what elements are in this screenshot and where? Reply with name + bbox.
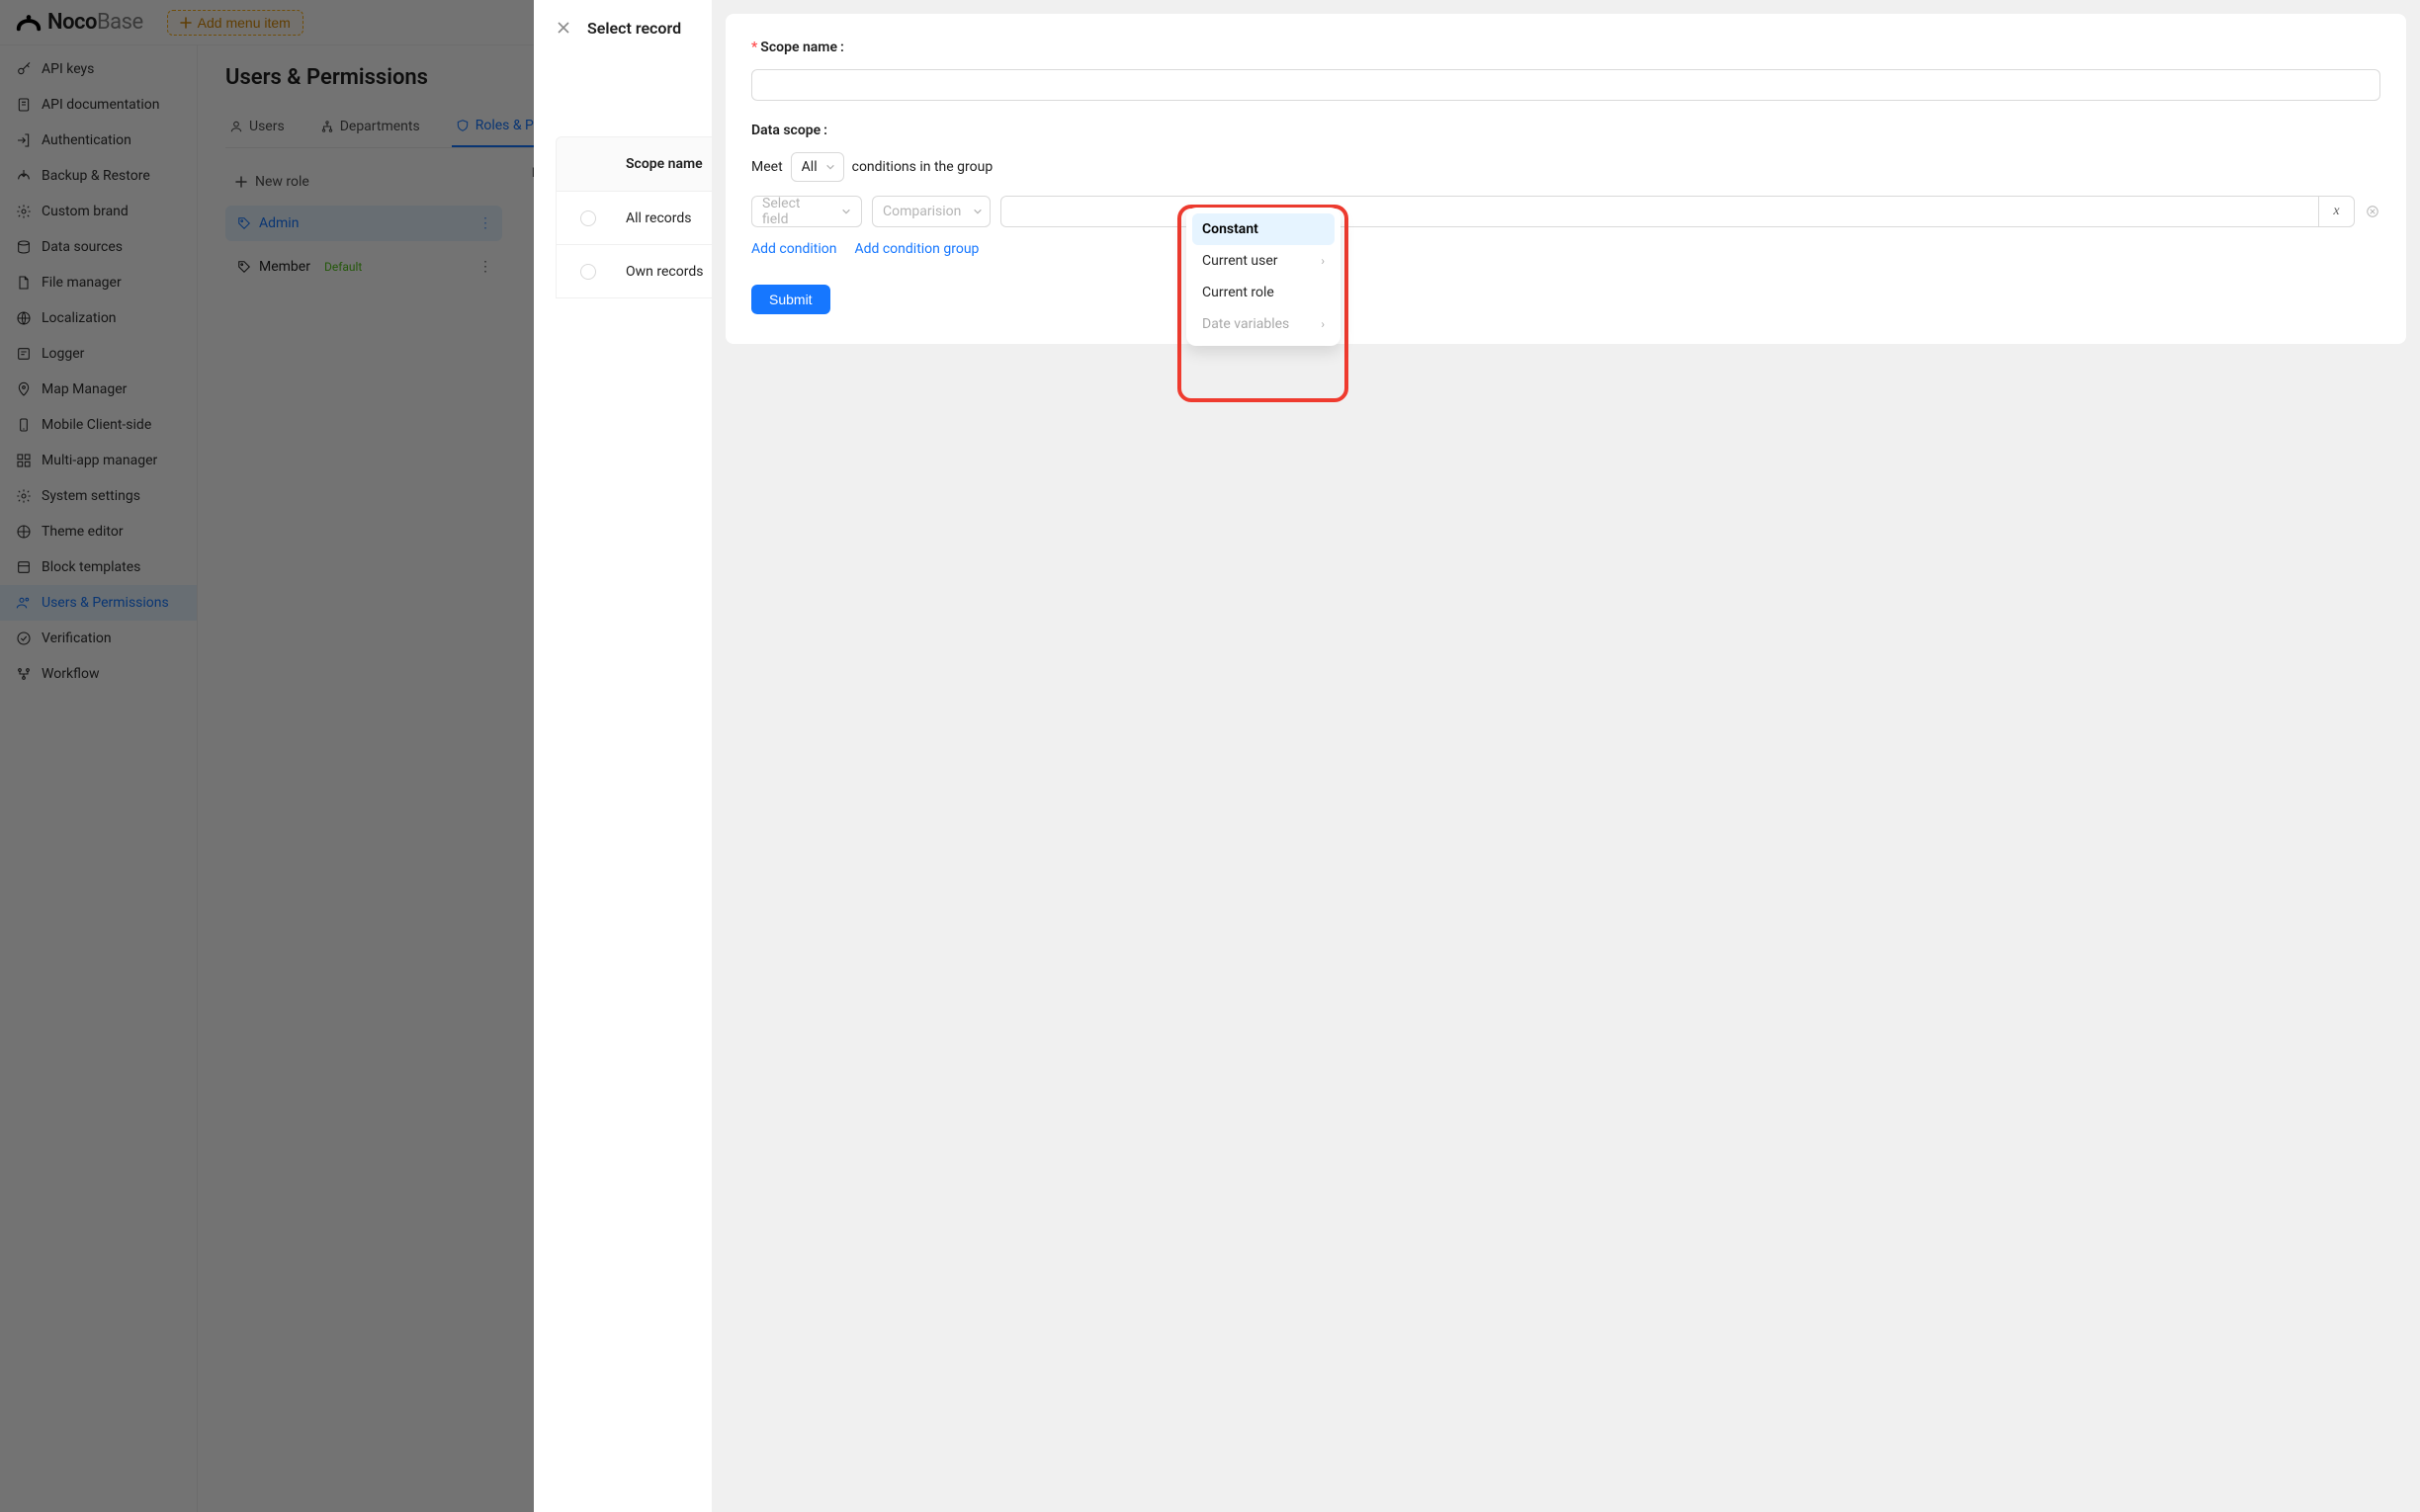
var-item-date-variables[interactable]: Date variables › — [1192, 308, 1335, 340]
required-star-icon: * — [751, 40, 757, 55]
list-row-label: Own records — [626, 264, 703, 280]
var-item-label: Current role — [1202, 285, 1274, 300]
var-item-current-role[interactable]: Current role — [1192, 277, 1335, 308]
form-drawer-backdrop: * Scope name : Data scope : Meet All con… — [712, 0, 2420, 1512]
meet-row: Meet All conditions in the group — [751, 152, 2380, 182]
add-condition-group-link[interactable]: Add condition group — [854, 241, 979, 257]
comparison-dropdown[interactable]: Comparision — [872, 196, 991, 227]
var-item-label: Constant — [1202, 221, 1258, 237]
radio-icon[interactable] — [580, 264, 596, 280]
select-field-dropdown[interactable]: Select field — [751, 196, 862, 227]
chevron-right-icon: › — [1321, 317, 1325, 331]
meet-pre-text: Meet — [751, 159, 783, 175]
column-header: Scope name — [626, 156, 703, 172]
var-item-label: Date variables — [1202, 316, 1289, 332]
condition-row: Select field Comparision x — [751, 196, 2380, 227]
meet-post-text: conditions in the group — [852, 159, 994, 175]
chevron-right-icon: › — [1321, 254, 1325, 268]
chevron-down-icon — [973, 207, 983, 216]
var-item-label: Current user — [1202, 253, 1278, 269]
remove-condition-icon[interactable] — [2365, 204, 2380, 219]
data-scope-label: Data scope : — [751, 123, 2380, 138]
variable-toggle-button[interactable]: x — [2318, 197, 2354, 226]
var-item-current-user[interactable]: Current user › — [1192, 245, 1335, 277]
list-row-label: All records — [626, 210, 692, 226]
drawer-title: Select record — [587, 19, 681, 38]
chevron-down-icon — [841, 207, 851, 216]
radio-icon[interactable] — [580, 210, 596, 226]
scope-name-input[interactable] — [751, 69, 2380, 101]
submit-button[interactable]: Submit — [751, 285, 830, 314]
variable-dropdown: Constant Current user › Current role Dat… — [1186, 208, 1340, 346]
scope-form: * Scope name : Data scope : Meet All con… — [726, 14, 2406, 344]
scope-name-label: * Scope name : — [751, 40, 2380, 55]
close-icon[interactable] — [556, 20, 571, 36]
var-item-constant[interactable]: Constant — [1192, 213, 1335, 245]
overlay-dark[interactable] — [0, 0, 534, 1512]
meet-select[interactable]: All — [791, 152, 844, 182]
chevron-down-icon — [825, 162, 835, 172]
add-condition-link[interactable]: Add condition — [751, 241, 836, 257]
